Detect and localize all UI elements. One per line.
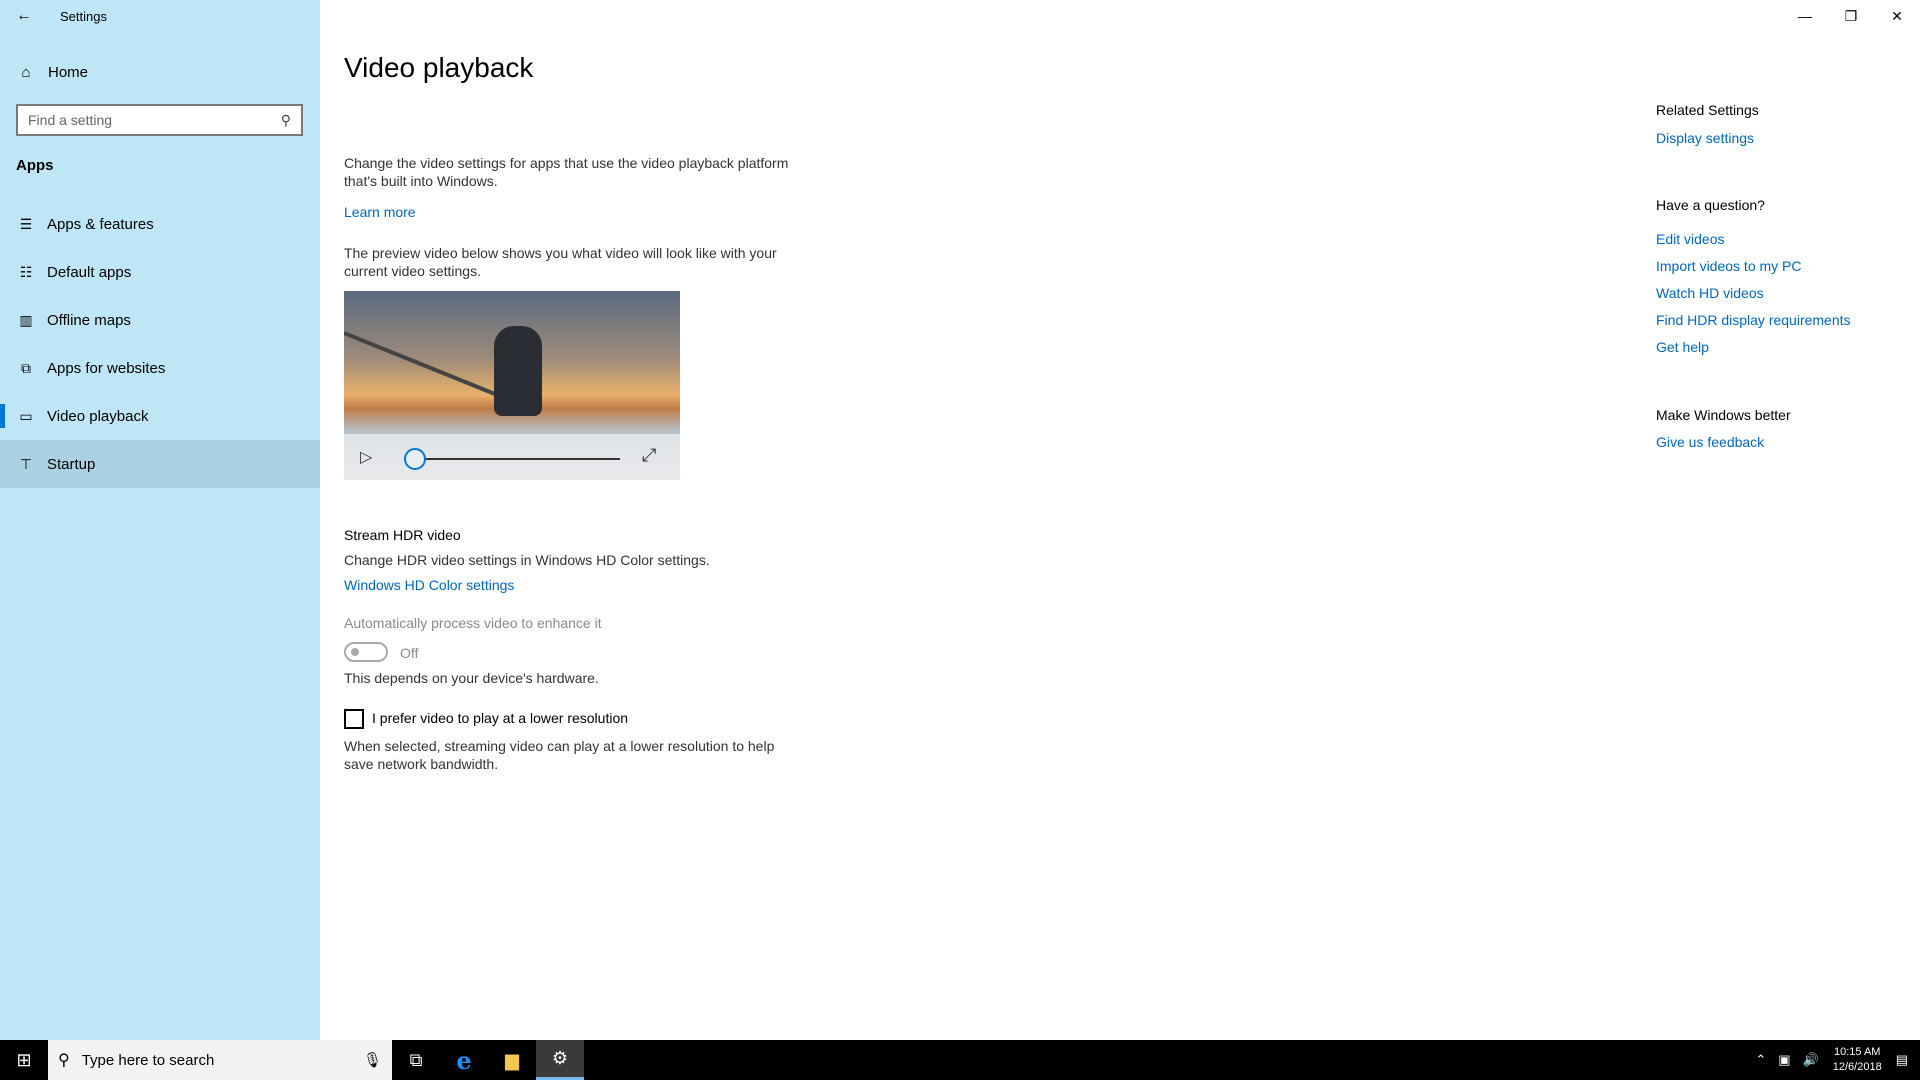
close-icon: ✕ — [1891, 7, 1903, 24]
websites-icon: ⧉ — [21, 359, 31, 376]
play-button[interactable]: ▷ — [360, 447, 372, 467]
edge-icon: e — [456, 1045, 472, 1075]
play-icon: ▷ — [360, 449, 373, 466]
intro-text: Change the video settings for apps that … — [344, 155, 789, 189]
taskbar: ⊞ ⚲ Type here to search 🎙 ⧉ e ▆ ⚙ ⌃ ▣ 🔊 … — [0, 1040, 1920, 1080]
clock-time: 10:15 AM — [1833, 1046, 1881, 1058]
hdr-description: Change HDR video settings in Windows HD … — [344, 552, 710, 568]
chevron-up-icon[interactable]: ⌃ — [1755, 1052, 1766, 1068]
minimize-button[interactable]: — — [1782, 0, 1828, 32]
edge-button[interactable]: e — [440, 1040, 488, 1080]
watch-hd-videos-link[interactable]: Watch HD videos — [1656, 285, 1764, 301]
hd-color-settings-link[interactable]: Windows HD Color settings — [344, 577, 514, 593]
microphone-icon[interactable]: 🎙 — [363, 1051, 382, 1069]
sidebar-item-video-playback[interactable]: ▭ Video playback — [0, 392, 320, 440]
edit-videos-link[interactable]: Edit videos — [1656, 231, 1724, 247]
minimize-icon: — — [1798, 8, 1812, 24]
home-link[interactable]: ⌂ Home — [0, 52, 320, 92]
list-icon: ☰ — [19, 215, 33, 232]
sidebar-item-default-apps[interactable]: ☷ Default apps — [0, 248, 320, 296]
seek-bar[interactable] — [404, 458, 620, 460]
learn-more-link[interactable]: Learn more — [344, 204, 416, 220]
clock-date: 12/6/2018 — [1832, 1061, 1882, 1073]
title-bar: ← Settings — [0, 0, 320, 32]
preview-video[interactable]: ▷ ⤢ — [344, 291, 680, 480]
feedback-link[interactable]: Give us feedback — [1656, 434, 1764, 450]
network-icon[interactable]: ▣ — [1778, 1052, 1790, 1068]
search-icon: ⚲ — [280, 111, 291, 128]
default-apps-icon: ☷ — [19, 263, 33, 280]
home-label: Home — [48, 63, 89, 81]
back-arrow-icon: ← — [16, 7, 32, 24]
settings-taskbar-button[interactable]: ⚙ — [536, 1040, 584, 1080]
notifications-icon[interactable]: ▤ — [1896, 1052, 1908, 1068]
section-title: Apps — [16, 157, 54, 174]
window-controls: — ❐ ✕ — [1782, 0, 1920, 32]
file-explorer-button[interactable]: ▆ — [488, 1040, 536, 1080]
seek-thumb[interactable] — [404, 448, 426, 470]
gear-icon: ⚙ — [551, 1048, 569, 1068]
back-button[interactable]: ← — [0, 0, 48, 32]
hdr-heading: Stream HDR video — [344, 527, 461, 543]
sidebar-item-label: Startup — [47, 455, 96, 473]
sidebar-item-startup[interactable]: ⊤ Startup — [0, 440, 320, 488]
restore-icon: ❐ — [1844, 7, 1858, 24]
sidebar-item-label: Apps & features — [47, 215, 154, 233]
task-view-icon: ⧉ — [409, 1049, 423, 1070]
question-heading: Have a question? — [1656, 197, 1765, 213]
task-view-button[interactable]: ⧉ — [392, 1040, 440, 1080]
video-figure — [494, 326, 542, 416]
sidebar-nav: ☰ Apps & features ☷ Default apps ▥ Offli… — [0, 200, 320, 488]
video-icon: ▭ — [19, 407, 33, 424]
lower-resolution-description: When selected, streaming video can play … — [344, 738, 775, 772]
get-help-link[interactable]: Get help — [1656, 339, 1709, 355]
taskbar-search[interactable]: ⚲ Type here to search 🎙 — [48, 1040, 392, 1080]
sidebar-item-label: Offline maps — [47, 311, 131, 329]
sidebar-item-label: Apps for websites — [47, 359, 166, 377]
lower-resolution-checkbox[interactable] — [344, 709, 364, 729]
hdr-requirements-link[interactable]: Find HDR display requirements — [1656, 312, 1851, 328]
search-icon: ⚲ — [58, 1052, 70, 1069]
lower-resolution-label[interactable]: I prefer video to play at a lower resolu… — [372, 710, 628, 726]
preview-description: The preview video below shows you what v… — [344, 245, 777, 279]
sidebar-item-apps-for-websites[interactable]: ⧉ Apps for websites — [0, 344, 320, 392]
sidebar-item-label: Video playback — [47, 407, 149, 425]
display-settings-link[interactable]: Display settings — [1656, 130, 1754, 146]
folder-icon: ▆ — [505, 1049, 519, 1070]
sidebar-item-label: Default apps — [47, 263, 132, 281]
hardware-note: This depends on your device's hardware. — [344, 670, 599, 686]
app-title: Settings — [60, 8, 107, 24]
map-icon: ▥ — [19, 311, 33, 328]
sidebar-item-offline-maps[interactable]: ▥ Offline maps — [0, 296, 320, 344]
start-button[interactable]: ⊞ — [0, 1040, 48, 1080]
startup-icon: ⊤ — [19, 455, 33, 472]
video-controls: ▷ ⤢ — [344, 434, 680, 480]
fullscreen-icon: ⤢ — [642, 445, 657, 465]
taskbar-search-placeholder: Type here to search — [81, 1051, 215, 1069]
sidebar-item-apps-features[interactable]: ☰ Apps & features — [0, 200, 320, 248]
sidebar: ← Settings ⌂ Home Find a setting ⚲ Apps … — [0, 0, 320, 1040]
import-videos-link[interactable]: Import videos to my PC — [1656, 258, 1802, 274]
toggle-knob — [351, 648, 359, 656]
clock[interactable]: 10:15 AM 12/6/2018 — [1833, 1045, 1882, 1075]
page-title: Video playback — [344, 52, 534, 83]
related-settings-heading: Related Settings — [1656, 102, 1759, 118]
volume-icon[interactable]: 🔊 — [1803, 1052, 1819, 1068]
fullscreen-button[interactable]: ⤢ — [642, 445, 656, 466]
auto-process-toggle[interactable] — [344, 642, 388, 662]
restore-button[interactable]: ❐ — [1828, 0, 1874, 32]
make-windows-better-heading: Make Windows better — [1656, 407, 1791, 423]
windows-logo-icon: ⊞ — [16, 1049, 32, 1070]
toggle-state: Off — [400, 645, 419, 661]
system-tray: ⌃ ▣ 🔊 10:15 AM 12/6/2018 ▤ — [1749, 1040, 1920, 1080]
search-placeholder: Find a setting — [28, 112, 113, 128]
search-input[interactable]: Find a setting ⚲ — [16, 104, 303, 136]
auto-process-label: Automatically process video to enhance i… — [344, 615, 602, 631]
home-icon: ⌂ — [21, 63, 31, 81]
close-button[interactable]: ✕ — [1874, 0, 1920, 32]
